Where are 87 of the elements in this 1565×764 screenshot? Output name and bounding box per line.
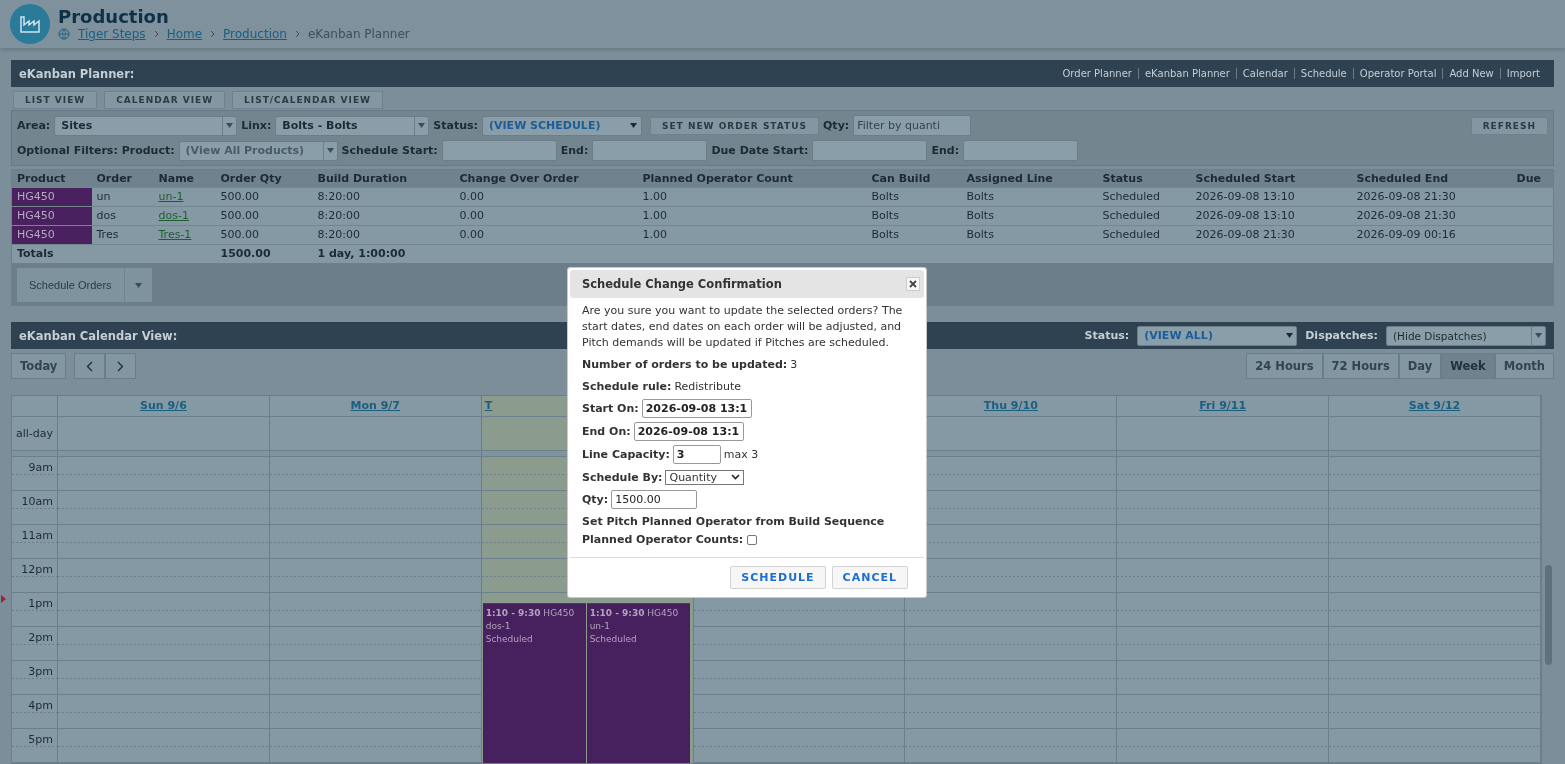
- table-cell: Tres: [91, 225, 154, 245]
- table-cell: Bolts: [961, 225, 1098, 245]
- table-cell: 8:20:00: [312, 187, 455, 207]
- field-label: Number of orders to be updated:: [582, 357, 788, 371]
- table-cell: 500.00: [215, 225, 313, 245]
- table-cell: 8:20:00: [312, 225, 455, 245]
- table-cell: 8:20:00: [312, 206, 455, 226]
- field-label: End:: [560, 144, 589, 157]
- field-label: Status:: [433, 119, 478, 132]
- field-label: End On:: [582, 425, 631, 438]
- dialog-title: Schedule Change Confirmation: [582, 277, 782, 291]
- field-label: Area:: [17, 119, 51, 132]
- table-cell: 2026-09-08 21:30: [1190, 225, 1352, 245]
- hour-label: 4pm: [27, 698, 54, 712]
- table-cell: Bolts: [961, 187, 1098, 207]
- table-cell: 2026-09-08 21:30: [1351, 187, 1512, 207]
- field-label: Dispatches:: [1305, 329, 1378, 342]
- table-cell: Bolts: [866, 187, 962, 207]
- column-header: Status: [1097, 169, 1191, 188]
- section-title: eKanban Calendar View:: [19, 328, 178, 343]
- column-header: Product: [11, 169, 92, 188]
- column-header: Name: [153, 169, 216, 188]
- column-header: Order Qty: [215, 169, 313, 188]
- column-header: Change Over Order: [454, 169, 638, 188]
- column-header: Scheduled Start: [1190, 169, 1352, 188]
- max-note: max 3: [723, 448, 759, 461]
- table-cell: 0.00: [454, 225, 638, 245]
- hour-label: 12pm: [20, 562, 54, 576]
- table-cell: 0.00: [454, 187, 638, 207]
- dialog-message: Are you sure you want to update the selected orders? The start dates, end dates on each order will be adjusted, and Pitch demands will be updated if Pitches are scheduled.: [582, 303, 904, 351]
- table-cell: Scheduled: [1097, 206, 1191, 226]
- table-cell: 1.00: [637, 206, 867, 226]
- field-label: End:: [931, 144, 960, 157]
- column-header: Build Duration: [312, 169, 455, 188]
- column-header: Can Build: [866, 169, 962, 188]
- checkbox-label: Set Pitch Planned Operator from Build Sequence Planned Operator Counts:: [582, 514, 886, 548]
- table-cell: 2026-09-09 00:16: [1351, 225, 1512, 245]
- totals-label: Totals: [11, 244, 92, 264]
- section-title: eKanban Planner:: [19, 66, 135, 81]
- table-cell: 2026-09-08 21:30: [1351, 206, 1512, 226]
- all-day-label: all-day: [15, 426, 55, 440]
- total-cell: 1 day, 1:00:00: [312, 244, 455, 264]
- table-cell: 500.00: [215, 206, 313, 226]
- table-cell: 2026-09-08 13:10: [1190, 206, 1352, 226]
- table-cell: Scheduled: [1097, 187, 1191, 207]
- hour-label: 10am: [20, 494, 54, 508]
- field-label: Schedule rule:: [582, 379, 672, 393]
- field-label: Optional Filters: Product:: [17, 144, 175, 157]
- page-title: Production: [58, 7, 170, 27]
- field-label: Line Capacity:: [582, 448, 670, 461]
- hour-label: 5pm: [27, 732, 54, 746]
- field-label: Schedule Start:: [341, 144, 438, 157]
- field-label: Qty:: [823, 119, 850, 132]
- table-cell: Bolts: [961, 206, 1098, 226]
- column-header: Order: [91, 169, 154, 188]
- table-cell: 1.00: [637, 225, 867, 245]
- hour-label: 1pm: [27, 596, 54, 610]
- field-value: Redistribute: [674, 379, 741, 393]
- current-page-text: eKanban Planner: [307, 27, 410, 41]
- total-cell: 1500.00: [215, 244, 313, 264]
- field-label: Schedule By:: [582, 470, 663, 484]
- table-cell: Scheduled: [1097, 225, 1191, 245]
- product-cell: HG450: [11, 225, 92, 245]
- column-header: Due: [1511, 169, 1554, 188]
- field-value: 3: [790, 357, 798, 371]
- table-cell: Bolts: [866, 225, 962, 245]
- field-label: Qty:: [582, 493, 609, 506]
- field-label: Start On:: [582, 402, 639, 415]
- column-header: Scheduled End: [1351, 169, 1512, 188]
- table-cell: dos: [91, 206, 154, 226]
- table-cell: 1.00: [637, 187, 867, 207]
- field-label: Status:: [1084, 329, 1130, 342]
- table-cell: Bolts: [866, 206, 962, 226]
- hour-label: 3pm: [27, 664, 54, 678]
- column-header: Planned Operator Count: [637, 169, 867, 188]
- table-cell: un: [91, 187, 154, 207]
- product-cell: HG450: [11, 187, 92, 207]
- field-label: Linx:: [241, 119, 272, 132]
- hour-label: 2pm: [27, 630, 54, 644]
- field-label: Due Date Start:: [711, 144, 809, 157]
- table-cell: 2026-09-08 13:10: [1190, 187, 1352, 207]
- hour-label: 11am: [20, 528, 54, 542]
- table-cell: 0.00: [454, 206, 638, 226]
- table-cell: 500.00: [215, 187, 313, 207]
- hour-label: 9am: [27, 460, 54, 474]
- column-header: Assigned Line: [961, 169, 1098, 188]
- product-cell: HG450: [11, 206, 92, 226]
